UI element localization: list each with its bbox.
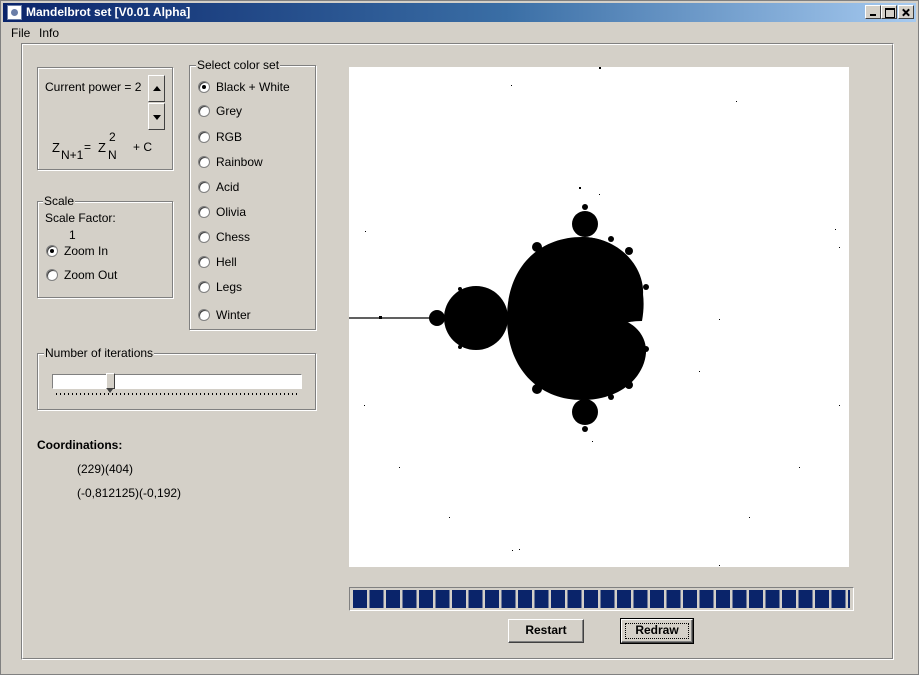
radio-label: Acid bbox=[216, 180, 240, 194]
app-icon[interactable] bbox=[7, 5, 22, 20]
radio-label: Grey bbox=[216, 104, 243, 118]
radio-label: Black + White bbox=[216, 80, 290, 94]
complex-coordinates: (-0,812125)(-0,192) bbox=[77, 486, 182, 500]
menu-bar: File Info bbox=[3, 23, 916, 41]
scale-factor-value: 1 bbox=[69, 228, 76, 242]
radio-label: Winter bbox=[216, 308, 251, 322]
radio-label: Zoom Out bbox=[64, 268, 118, 282]
slider-ticks bbox=[56, 393, 300, 395]
title-bar[interactable]: Mandelbrot set [V0.01 Alpha] bbox=[3, 3, 916, 22]
radio-label: Legs bbox=[216, 280, 243, 294]
mandelbrot-canvas[interactable] bbox=[349, 67, 849, 567]
radio-button[interactable] bbox=[198, 181, 210, 193]
power-label: Current power = 2 bbox=[45, 80, 142, 94]
minimize-icon[interactable] bbox=[865, 5, 881, 19]
menu-info[interactable]: Info bbox=[39, 26, 59, 40]
radio-label: RGB bbox=[216, 130, 243, 144]
redraw-button[interactable]: Redraw bbox=[620, 618, 694, 644]
radio-label: Zoom In bbox=[64, 244, 109, 258]
iterations-slider-track[interactable] bbox=[52, 374, 302, 389]
radio-button[interactable] bbox=[198, 206, 210, 218]
radio-button[interactable] bbox=[198, 281, 210, 293]
progress-fill bbox=[353, 590, 850, 608]
scale-factor-label: Scale Factor: bbox=[45, 211, 116, 225]
color-set-legend: Select color set bbox=[196, 58, 281, 72]
radio-button[interactable] bbox=[198, 81, 210, 93]
arrow-up-icon bbox=[153, 86, 161, 91]
iterations-legend: Number of iterations bbox=[44, 346, 155, 360]
radio-label: Chess bbox=[216, 230, 251, 244]
radio-button[interactable] bbox=[46, 245, 58, 257]
mandelbrot-image bbox=[349, 67, 840, 566]
radio-button[interactable] bbox=[198, 105, 210, 117]
radio-button[interactable] bbox=[198, 256, 210, 268]
radio-button[interactable] bbox=[198, 131, 210, 143]
radio-button[interactable] bbox=[198, 231, 210, 243]
restart-button[interactable]: Restart bbox=[508, 619, 584, 643]
iterations-slider-thumb[interactable] bbox=[106, 373, 116, 393]
radio-button[interactable] bbox=[198, 309, 210, 321]
radio-button[interactable] bbox=[46, 269, 58, 281]
window-title: Mandelbrot set [V0.01 Alpha] bbox=[26, 5, 191, 19]
render-progress-bar bbox=[349, 587, 854, 611]
maximize-icon[interactable] bbox=[881, 5, 897, 19]
coordinates-title: Coordinations: bbox=[37, 438, 123, 452]
redraw-label: Redraw bbox=[635, 623, 679, 637]
close-icon[interactable] bbox=[898, 5, 914, 19]
power-down-button[interactable] bbox=[148, 103, 165, 130]
pixel-coordinates: (229)(404) bbox=[77, 462, 134, 476]
radio-label: Rainbow bbox=[216, 155, 263, 169]
app-window: Mandelbrot set [V0.01 Alpha] File Info C… bbox=[0, 0, 919, 675]
arrow-down-icon bbox=[153, 115, 161, 120]
scale-legend: Scale bbox=[43, 194, 76, 208]
power-up-button[interactable] bbox=[148, 75, 165, 102]
radio-label: Olivia bbox=[216, 205, 247, 219]
menu-file[interactable]: File bbox=[11, 26, 30, 40]
radio-label: Hell bbox=[216, 255, 237, 269]
radio-button[interactable] bbox=[198, 156, 210, 168]
